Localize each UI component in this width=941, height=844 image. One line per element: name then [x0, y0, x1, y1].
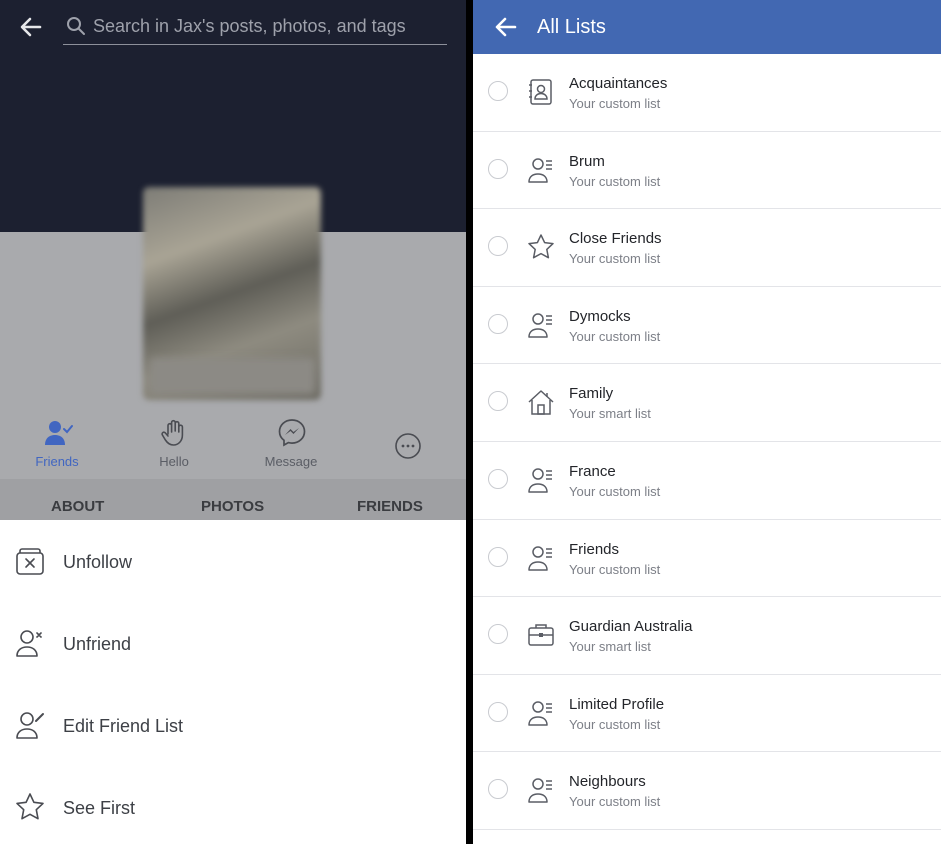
hello-label: Hello: [159, 454, 189, 469]
more-icon: [393, 431, 423, 461]
list-item[interactable]: Friends Your custom list: [473, 520, 941, 598]
profile-actions: Friends Hello Message: [0, 413, 466, 479]
message-label: Message: [264, 454, 318, 469]
list-type: Your smart list: [569, 639, 651, 655]
list-name: Friends: [569, 540, 620, 558]
list-type: Your custom list: [569, 484, 661, 499]
unfriend-icon: [14, 627, 46, 659]
list-radio-button[interactable]: [488, 701, 508, 722]
unfriend-label: Unfriend: [63, 634, 132, 654]
tab-friends[interactable]: FRIENDS: [357, 498, 423, 515]
unfollow-menu-item[interactable]: Unfollow: [0, 520, 466, 602]
list-radio-button[interactable]: [488, 779, 508, 800]
list-name: Limited Profile: [569, 695, 665, 713]
list-type: Your custom list: [569, 328, 661, 344]
messenger-icon: [277, 418, 307, 448]
list-type: Your custom list: [569, 716, 661, 732]
list-radio-button[interactable]: [488, 391, 508, 412]
unfollow-icon: [14, 545, 46, 577]
person-list-icon: [526, 465, 556, 495]
all-lists-pane: All Lists Acquaintances Your custom list B…: [473, 0, 941, 844]
list-radio-button[interactable]: [488, 624, 508, 645]
list-item[interactable]: Close Friends Your custom list: [473, 209, 941, 287]
person-list-icon: [526, 775, 556, 805]
all-lists-header: All Lists: [473, 0, 941, 54]
list-radio-button[interactable]: [488, 469, 508, 489]
friends-label: Friends: [35, 454, 79, 469]
list-radio-button[interactable]: [488, 546, 508, 567]
list-item[interactable]: Brum Your custom list: [473, 132, 941, 210]
unfriend-menu-item[interactable]: Unfriend: [0, 602, 466, 684]
edit-friend-list-menu-item[interactable]: Edit Friend List: [0, 684, 466, 766]
list-item[interactable]: France Your custom list: [473, 442, 941, 520]
house-icon: [526, 387, 556, 417]
list-type: Your custom list: [569, 173, 661, 189]
list-name: Acquaintances: [569, 75, 668, 92]
tab-about[interactable]: ABOUT: [51, 498, 104, 515]
hello-button[interactable]: Hello: [124, 413, 224, 479]
profile-pane: Friends Hello Message ABOUT PHOTOS FRIEN…: [0, 0, 466, 844]
friends-button[interactable]: Friends: [7, 413, 107, 479]
list-name: Dymocks: [569, 307, 631, 325]
person-list-icon: [526, 543, 556, 573]
list-name: Guardian Australia: [569, 618, 693, 636]
more-button[interactable]: [357, 413, 457, 479]
list-item[interactable]: Neighbours Your custom list: [473, 752, 941, 830]
profile-name-blurred: [150, 358, 315, 394]
list-name: Neighbours: [569, 773, 646, 791]
back-arrow-icon[interactable]: [18, 14, 44, 40]
star-icon: [14, 791, 46, 823]
wave-hand-icon: [160, 418, 190, 448]
search-icon: [66, 16, 86, 36]
search-input[interactable]: [93, 14, 443, 38]
list-radio-button[interactable]: [488, 81, 508, 101]
list-type: Your custom list: [569, 96, 661, 111]
star-icon: [526, 232, 556, 262]
edit-friend-list-label: Edit Friend List: [63, 716, 184, 736]
list-name: Family: [569, 385, 614, 403]
list-radio-button[interactable]: [488, 158, 508, 179]
edit-friend-list-icon: [14, 709, 46, 741]
briefcase-icon: [526, 620, 556, 650]
list-type: Your custom list: [569, 561, 661, 577]
back-arrow-icon[interactable]: [493, 14, 519, 40]
list-radio-button[interactable]: [488, 236, 508, 257]
page-title: All Lists: [537, 16, 606, 38]
unfollow-label: Unfollow: [63, 552, 133, 572]
friend-options-menu: Unfollow Unfriend Edit Friend List See F…: [0, 520, 466, 844]
list-item[interactable]: Acquaintances Your custom list: [473, 54, 941, 132]
friends-check-icon: [43, 418, 73, 448]
see-first-label: See First: [63, 798, 136, 818]
contact-card-icon: [526, 77, 556, 107]
tab-photos[interactable]: PHOTOS: [201, 498, 264, 515]
search-bar[interactable]: [63, 10, 447, 45]
list-radio-button[interactable]: [488, 313, 508, 334]
see-first-menu-item[interactable]: See First: [0, 766, 466, 844]
list-type: Your custom list: [569, 251, 661, 267]
person-list-icon: [526, 698, 556, 728]
person-list-icon: [526, 155, 556, 185]
list-name: France: [569, 463, 616, 480]
list-name: Brum: [569, 152, 605, 170]
list-item[interactable]: Guardian Australia Your smart list: [473, 597, 941, 675]
list-item[interactable]: Dymocks Your custom list: [473, 287, 941, 365]
list-type: Your custom list: [569, 794, 661, 810]
profile-top-bar: [0, 0, 466, 54]
list-item[interactable]: Limited Profile Your custom list: [473, 675, 941, 753]
list-name: Close Friends: [569, 230, 662, 248]
person-list-icon: [526, 310, 556, 340]
message-button[interactable]: Message: [241, 413, 341, 479]
profile-tabs: ABOUT PHOTOS FRIENDS: [0, 479, 466, 520]
list-item[interactable]: Family Your smart list: [473, 364, 941, 442]
pane-divider: [466, 0, 473, 844]
list-type: Your smart list: [569, 406, 651, 422]
